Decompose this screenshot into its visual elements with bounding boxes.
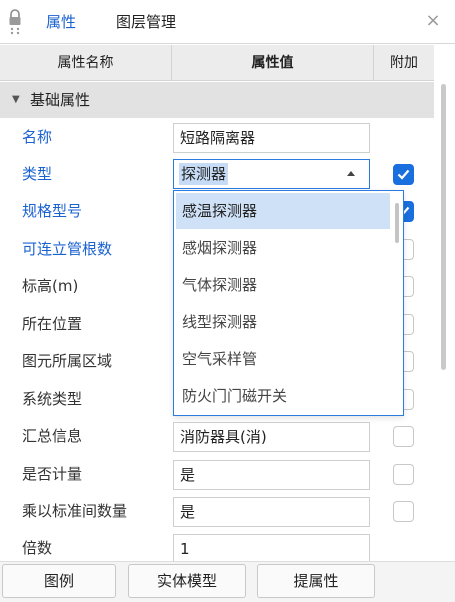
row-is-metered: 是否计量 是 bbox=[0, 456, 434, 493]
type-select[interactable]: 探测器 bbox=[173, 159, 370, 189]
dropdown-scrollbar[interactable] bbox=[395, 203, 399, 243]
dropdown-option[interactable]: 感烟探测器 bbox=[176, 230, 390, 266]
is-metered-extra-checkbox[interactable] bbox=[393, 464, 414, 485]
row-multiply-standard-rooms: 乘以标准间数量 是 bbox=[0, 493, 434, 530]
multiply-extra-checkbox[interactable] bbox=[393, 501, 414, 522]
multiply-value-field[interactable]: 是 bbox=[173, 497, 370, 527]
extract-properties-button[interactable]: 提属性 bbox=[257, 564, 375, 598]
dropdown-option[interactable]: 气体探测器 bbox=[176, 267, 390, 303]
row-label: 标高(m) bbox=[22, 277, 79, 295]
lock-icon[interactable] bbox=[8, 9, 22, 35]
summary-value-field[interactable]: 消防器具(消) bbox=[173, 422, 370, 452]
legend-button[interactable]: 图例 bbox=[2, 564, 116, 598]
collapse-arrow-icon[interactable]: ▼ bbox=[12, 82, 20, 118]
solid-model-button[interactable]: 实体模型 bbox=[128, 564, 246, 598]
tab-properties[interactable]: 属性 bbox=[36, 0, 86, 44]
is-metered-value-field[interactable]: 是 bbox=[173, 460, 370, 490]
name-value-field[interactable]: 短路隔离器 bbox=[173, 123, 370, 153]
row-label: 名称 bbox=[22, 128, 53, 146]
row-label: 图元所属区域 bbox=[22, 352, 113, 370]
dropdown-option[interactable]: 线型探测器 bbox=[176, 304, 390, 340]
row-summary-info: 汇总信息 消防器具(消) bbox=[0, 418, 434, 455]
close-icon[interactable]: × bbox=[422, 10, 444, 32]
column-header-name: 属性名称 bbox=[0, 45, 172, 81]
dropdown-option[interactable]: 感温探测器 bbox=[176, 193, 390, 229]
row-label: 系统类型 bbox=[22, 390, 83, 408]
tab-layer-management[interactable]: 图层管理 bbox=[106, 0, 186, 44]
dropdown-option[interactable]: 空气采样管 bbox=[176, 341, 390, 377]
caret-up-icon[interactable] bbox=[347, 171, 355, 176]
type-select-value: 探测器 bbox=[179, 163, 229, 185]
panel-scrollbar[interactable] bbox=[441, 84, 446, 370]
row-label: 可连立管根数 bbox=[22, 240, 113, 258]
column-header-extra: 附加 bbox=[374, 45, 434, 81]
type-extra-checkbox[interactable] bbox=[393, 164, 414, 185]
row-label: 规格型号 bbox=[22, 202, 83, 220]
row-label: 乘以标准间数量 bbox=[22, 502, 128, 520]
row-label: 是否计量 bbox=[22, 465, 83, 483]
dropdown-option[interactable]: 防火门门磁开关 bbox=[176, 378, 390, 414]
column-header-value: 属性值 bbox=[172, 45, 374, 81]
row-label: 类型 bbox=[22, 165, 53, 183]
row-label: 所在位置 bbox=[22, 315, 83, 333]
type-dropdown-list: 感温探测器 感烟探测器 气体探测器 线型探测器 空气采样管 防火门门磁开关 bbox=[173, 190, 404, 416]
multiple-value-field[interactable]: 1 bbox=[173, 534, 370, 564]
row-name: 名称 短路隔离器 bbox=[0, 119, 434, 156]
summary-extra-checkbox[interactable] bbox=[393, 426, 414, 447]
group-basic-properties[interactable]: ▼ 基础属性 bbox=[0, 82, 434, 118]
group-label: 基础属性 bbox=[30, 91, 91, 109]
row-label: 汇总信息 bbox=[22, 427, 83, 445]
